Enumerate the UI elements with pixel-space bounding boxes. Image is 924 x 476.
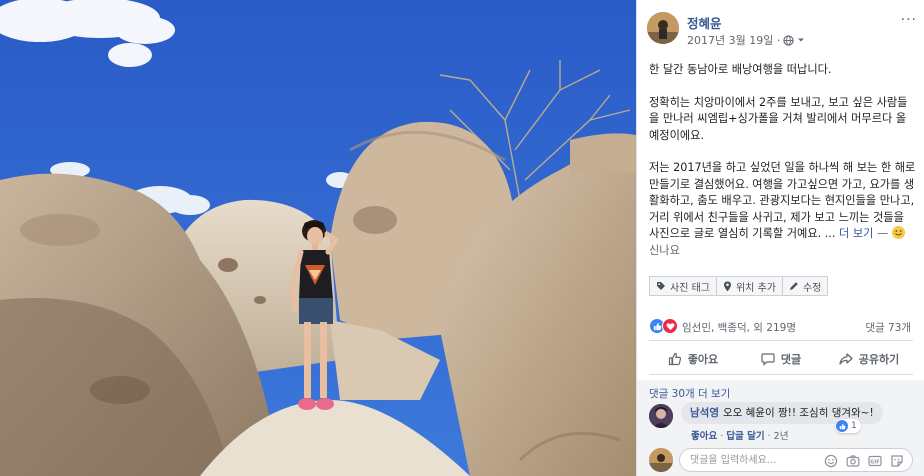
post-paragraph-1: 한 달간 동남아로 배낭여행을 떠납니다. [649, 63, 832, 76]
comment-like-link[interactable]: 좋아요 [691, 431, 717, 442]
tag-photo-button[interactable]: 사진 태그 [649, 276, 717, 296]
chevron-down-icon[interactable] [797, 36, 805, 44]
globe-icon[interactable] [783, 34, 795, 46]
tag-photo-label: 사진 태그 [670, 282, 710, 294]
reaction-icons[interactable] [649, 318, 678, 334]
author-name[interactable]: 정혜윤 [687, 13, 722, 32]
add-location-label: 위치 추가 [735, 282, 776, 294]
view-previous-comments-link[interactable]: 댓글 30개 더 보기 [649, 386, 730, 401]
comment-item: 남석영 오오 혜윤이 짱!! 조심히 댕겨와~! 1 좋아요 · 답글 달기 · … [649, 402, 913, 442]
camera-icon[interactable] [846, 453, 860, 467]
more-options-button[interactable]: ··· [901, 12, 917, 28]
author-avatar[interactable] [647, 12, 679, 44]
feeling-dash: — [873, 227, 892, 240]
divider [649, 374, 913, 375]
location-pin-icon [723, 281, 731, 291]
thumbs-up-icon [668, 352, 681, 366]
post-header: 정혜윤 2017년 3월 19일 · ··· [647, 12, 917, 52]
reactors-names[interactable]: 임선민, 백종덕, 외 219명 [682, 320, 796, 335]
post-date[interactable]: 2017년 3월 19일 · [687, 32, 780, 48]
love-reaction-icon [662, 318, 678, 334]
post-paragraph-2: 정확히는 치앙마이에서 2주를 보내고, 보고 싶은 사람들을 만나러 씨엠립+… [649, 95, 908, 142]
share-button[interactable]: 공유하기 [825, 346, 913, 372]
comment-text: 오오 혜윤이 짱!! 조심히 댕겨와~! [722, 407, 874, 419]
gif-icon[interactable]: GIF [868, 453, 882, 467]
emoji-icon[interactable] [824, 453, 838, 468]
post-action-bar: 좋아요 댓글 공유하기 [649, 346, 913, 372]
edit-label: 수정 [802, 282, 822, 294]
comment-label: 댓글 [780, 353, 802, 366]
share-arrow-icon [839, 353, 853, 365]
comment-input-box[interactable]: GIF [679, 448, 913, 472]
svg-text:GIF: GIF [870, 460, 879, 466]
comment-button[interactable]: 댓글 [737, 346, 825, 372]
divider [649, 340, 913, 341]
post-text: 한 달간 동남아로 배낭여행을 떠납니다. 정확히는 치앙마이에서 2주를 보내… [649, 62, 917, 275]
comment-composer: GIF [649, 448, 913, 472]
composer-icons: GIF [824, 453, 904, 468]
commenter-avatar[interactable] [649, 404, 673, 428]
comment-reaction-count: 1 [851, 421, 857, 431]
comment-count[interactable]: 댓글 73개 [865, 320, 911, 335]
add-location-button[interactable]: 위치 추가 [716, 276, 783, 296]
comment-bubble-icon [761, 353, 775, 366]
comment-reaction-badge[interactable]: 1 [835, 419, 861, 433]
see-more-link[interactable]: 더 보기 [839, 227, 873, 240]
like-reaction-icon [836, 420, 848, 432]
reaction-summary: 임선민, 백종덕, 외 219명 댓글 73개 [649, 318, 911, 336]
comments-section: 댓글 30개 더 보기 남석영 오오 혜윤이 짱!! 조심히 댕겨와~! 1 좋아… [637, 380, 924, 476]
post-meta: 2017년 3월 19일 · [687, 32, 805, 48]
post-paragraph-3: 저는 2017년을 하고 싶었던 일을 하나씩 해 보는 한 해로 만들기로 결… [649, 160, 917, 259]
comment-time[interactable]: 2년 [774, 431, 789, 442]
feeling-label: 신나요 [649, 243, 680, 257]
my-avatar [649, 448, 673, 472]
edit-button[interactable]: 수정 [782, 276, 829, 296]
photo-scene [0, 0, 636, 476]
post-side-panel: 정혜윤 2017년 3월 19일 · ··· 한 달간 동남아로 배낭여행을 떠… [636, 0, 924, 476]
comment-input[interactable] [690, 452, 820, 468]
post-photo[interactable] [0, 0, 636, 476]
photo-tools: 사진 태그 위치 추가 수정 [649, 276, 829, 296]
comment-reply-link[interactable]: 답글 달기 [726, 431, 764, 442]
like-button[interactable]: 좋아요 [649, 346, 737, 372]
like-label: 좋아요 [687, 353, 719, 366]
comment-actions: 좋아요 · 답글 달기 · 2년 [691, 431, 789, 442]
share-label: 공유하기 [858, 353, 900, 366]
smile-emoji-icon [891, 226, 905, 239]
tag-icon [657, 282, 665, 290]
pencil-icon [789, 282, 798, 290]
commenter-name[interactable]: 남석영 [690, 407, 719, 419]
sticker-icon[interactable] [890, 453, 904, 467]
